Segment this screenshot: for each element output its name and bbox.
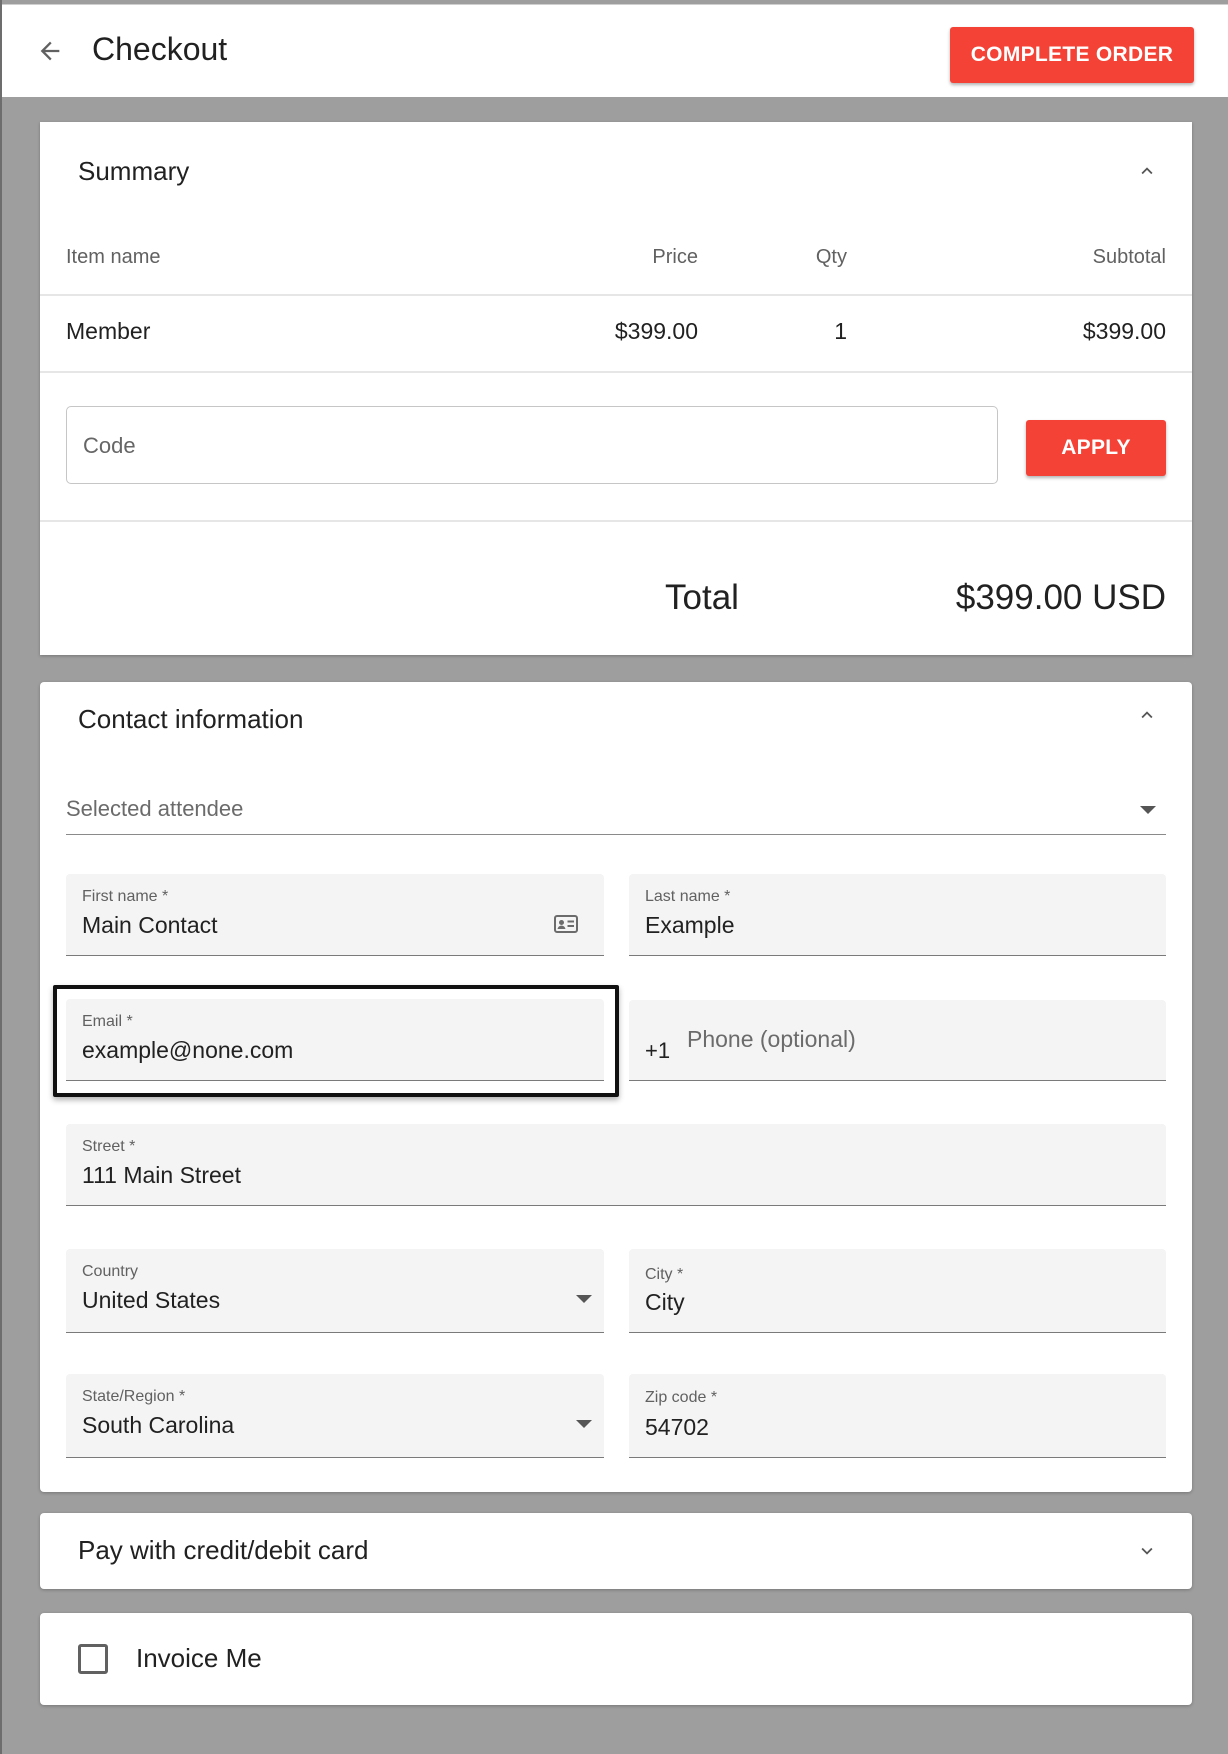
table-divider: [40, 371, 1192, 373]
column-header-qty: Qty: [815, 246, 847, 268]
street-field[interactable]: Street * 111 Main Street: [66, 1124, 1166, 1206]
chevron-up-icon[interactable]: [1136, 160, 1158, 182]
payment-title: Pay with credit/debit card: [78, 1535, 369, 1565]
country-label: Country: [82, 1263, 139, 1280]
dropdown-arrow-icon: [1140, 806, 1156, 814]
column-separator: [862, 296, 864, 372]
country-value: United States: [82, 1287, 221, 1313]
chevron-down-icon[interactable]: [1136, 1540, 1158, 1562]
summary-card: Summary Item name Price Qty Subtotal Mem…: [40, 122, 1192, 655]
street-value: 111 Main Street: [82, 1162, 241, 1188]
country-select[interactable]: Country United States: [66, 1249, 604, 1333]
apply-code-button[interactable]: APPLY: [1026, 420, 1166, 476]
total-label: Total: [665, 578, 739, 617]
total-value: $399.00 USD: [955, 578, 1166, 617]
invoice-label: Invoice Me: [136, 1643, 262, 1673]
price-cell: $399.00: [614, 318, 698, 344]
dropdown-arrow-icon: [576, 1295, 592, 1303]
invoice-checkbox[interactable]: [78, 1644, 108, 1674]
city-label: City *: [645, 1266, 684, 1283]
table-divider: [40, 294, 1192, 296]
city-value: City: [645, 1289, 685, 1315]
email-value: example@none.com: [82, 1037, 294, 1063]
phone-country-prefix: +1: [645, 1038, 671, 1063]
column-header-subtotal: Subtotal: [1092, 246, 1166, 268]
contact-card: Contact information Selected attendee Fi…: [40, 682, 1192, 1492]
attendee-select-label: Selected attendee: [66, 796, 244, 821]
back-button[interactable]: [32, 33, 68, 69]
promo-code-placeholder: Code: [83, 433, 136, 458]
promo-code-input[interactable]: Code: [66, 406, 998, 484]
column-separator: [701, 296, 703, 372]
email-label: Email *: [82, 1013, 133, 1030]
first-name-field[interactable]: First name * Main Contact: [66, 874, 604, 956]
zip-code-label: Zip code *: [645, 1389, 718, 1406]
phone-field[interactable]: +1 Phone (optional): [629, 1000, 1166, 1081]
street-label: Street *: [82, 1138, 136, 1155]
dropdown-arrow-icon: [576, 1420, 592, 1428]
last-name-value: Example: [645, 912, 735, 938]
contact-card-icon[interactable]: [554, 914, 578, 934]
complete-order-button[interactable]: COMPLETE ORDER: [950, 27, 1194, 83]
phone-placeholder: Phone (optional): [687, 1026, 856, 1052]
city-field[interactable]: City * City: [629, 1249, 1166, 1333]
zip-code-value: 54702: [645, 1414, 709, 1440]
zip-code-field[interactable]: Zip code * 54702: [629, 1374, 1166, 1458]
summary-title: Summary: [78, 156, 190, 186]
total-divider: [40, 520, 1192, 522]
state-select[interactable]: State/Region * South Carolina: [66, 1374, 604, 1458]
item-name-cell: Member: [66, 318, 151, 344]
last-name-field[interactable]: Last name * Example: [629, 874, 1166, 956]
arrow-left-icon: [40, 41, 60, 61]
column-header-item-name: Item name: [66, 246, 161, 268]
qty-cell: 1: [834, 318, 847, 344]
app-bar: Checkout COMPLETE ORDER: [2, 4, 1228, 97]
column-header-price: Price: [652, 246, 698, 268]
first-name-value: Main Contact: [82, 912, 218, 938]
chevron-up-icon[interactable]: [1136, 704, 1158, 726]
column-separator: [399, 296, 401, 372]
invoice-card: Invoice Me: [40, 1613, 1192, 1705]
payment-card[interactable]: Pay with credit/debit card: [40, 1513, 1192, 1589]
page-edge: [0, 0, 2, 1754]
state-label: State/Region *: [82, 1388, 186, 1405]
contact-title: Contact information: [78, 704, 304, 734]
email-field[interactable]: Email * example@none.com: [66, 999, 604, 1081]
last-name-label: Last name *: [645, 888, 731, 905]
first-name-label: First name *: [82, 888, 169, 905]
state-value: South Carolina: [82, 1412, 235, 1438]
subtotal-cell: $399.00: [1082, 318, 1166, 344]
page-title: Checkout: [92, 31, 228, 67]
attendee-select[interactable]: Selected attendee: [66, 782, 1166, 835]
